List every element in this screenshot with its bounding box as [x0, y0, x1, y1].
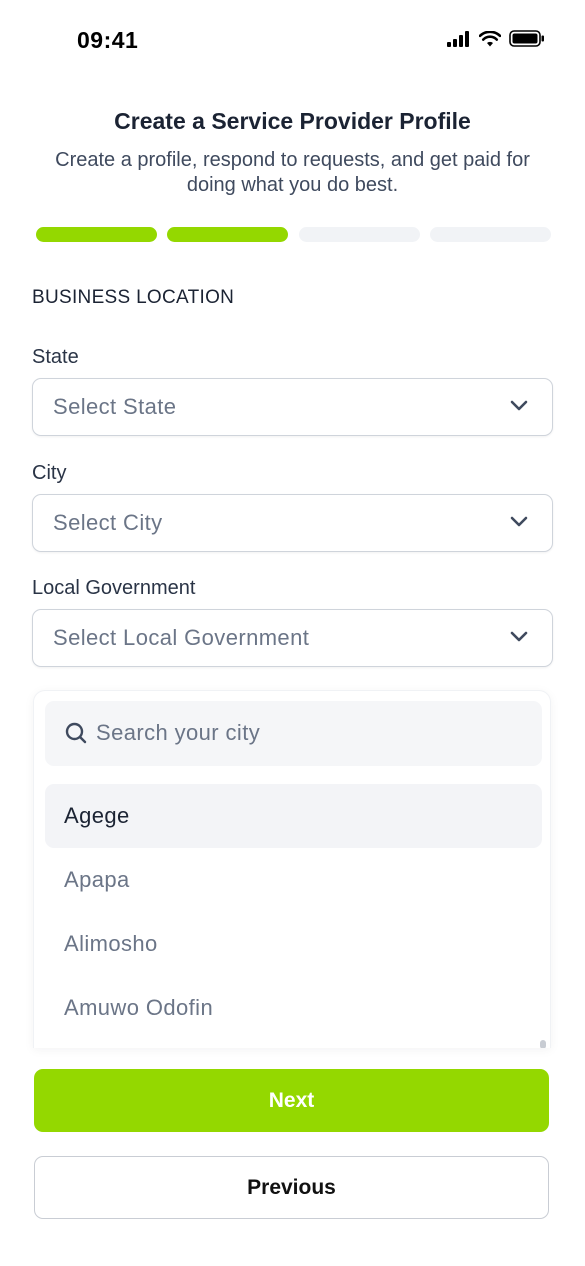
chevron-down-icon: [510, 400, 528, 411]
status-icons: [447, 30, 545, 47]
chevron-down-icon: [510, 631, 528, 642]
local-government-select[interactable]: Select Local Government: [32, 609, 553, 667]
wifi-icon: [479, 30, 501, 46]
progress-step-2: [167, 227, 288, 242]
progress-step-1: [36, 227, 157, 242]
local-government-select-value: Select Local Government: [53, 625, 310, 650]
next-button[interactable]: Next: [34, 1069, 549, 1132]
status-bar: 09:41: [0, 0, 585, 80]
step-progress: [36, 227, 551, 242]
city-search-input[interactable]: [96, 715, 516, 751]
city-select-value: Select City: [53, 510, 163, 535]
option-label: Apapa: [64, 867, 130, 892]
dropdown-option-alimosho[interactable]: Alimosho: [45, 912, 542, 976]
local-government-label: Local Government: [32, 577, 196, 599]
state-label: State: [32, 346, 79, 368]
city-select[interactable]: Select City: [32, 494, 553, 552]
dropdown-option-agege[interactable]: Agege: [45, 784, 542, 848]
dropdown-scrollbar[interactable]: [540, 1040, 546, 1048]
battery-icon: [509, 30, 544, 47]
status-time: 09:41: [77, 27, 139, 53]
option-label: Alimosho: [64, 931, 158, 956]
page-subtitle: Create a profile, respond to requests, a…: [55, 149, 530, 196]
page-title: Create a Service Provider Profile: [114, 108, 471, 134]
progress-step-3: [299, 227, 420, 242]
city-search-box[interactable]: [45, 701, 542, 766]
progress-step-4: [430, 227, 551, 242]
chevron-down-icon: [510, 516, 528, 527]
search-icon: [65, 722, 87, 744]
section-heading: BUSINESS LOCATION: [32, 287, 235, 308]
state-select-value: Select State: [53, 394, 177, 419]
local-government-dropdown: Agege Apapa Alimosho Amuwo Odofin: [33, 690, 551, 1048]
option-label: Agege: [64, 803, 130, 828]
dropdown-option-amuwo-odofin[interactable]: Amuwo Odofin: [45, 976, 542, 1040]
city-label: City: [32, 462, 67, 484]
previous-button[interactable]: Previous: [34, 1156, 549, 1219]
state-select[interactable]: Select State: [32, 378, 553, 436]
dropdown-option-apapa[interactable]: Apapa: [45, 848, 542, 912]
option-label: Amuwo Odofin: [64, 995, 214, 1020]
cellular-signal-icon: [447, 30, 469, 47]
